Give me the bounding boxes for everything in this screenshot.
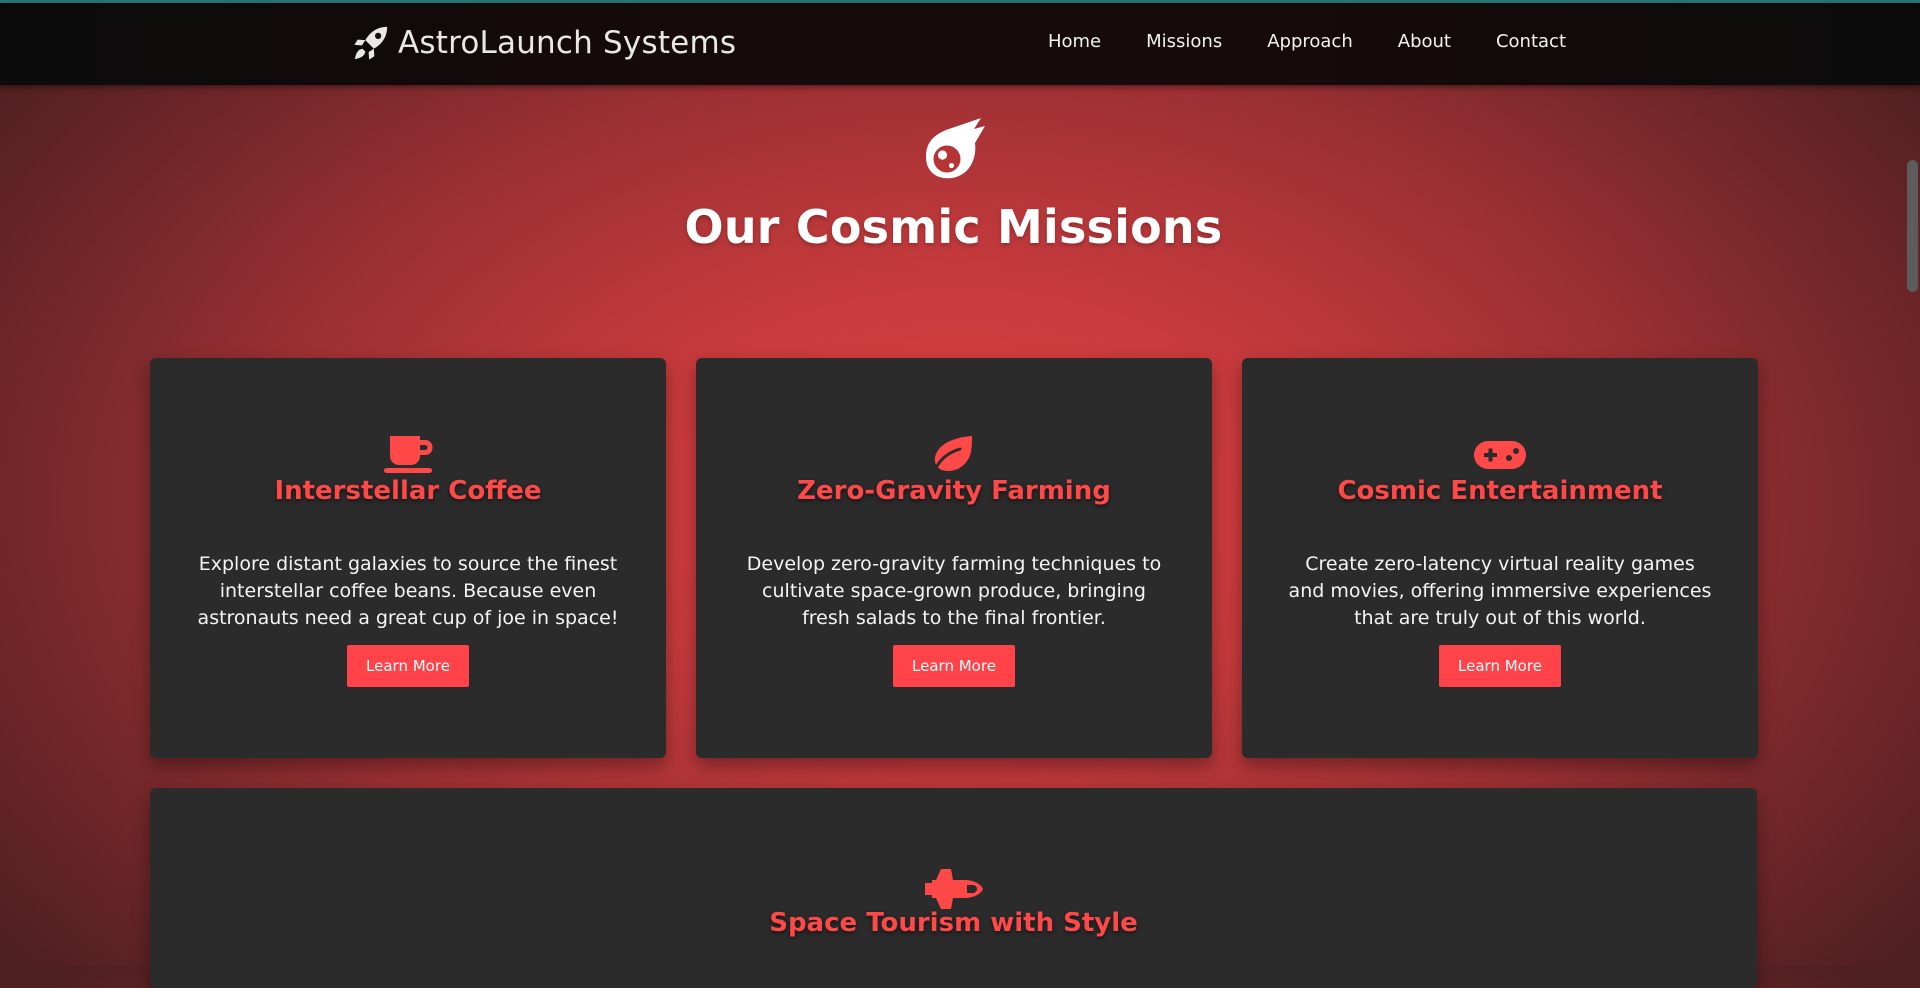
brand-name: AstroLaunch Systems xyxy=(398,25,737,61)
navbar: AstroLaunch Systems Home Missions Approa… xyxy=(0,3,1920,85)
nav-home-link[interactable]: Home xyxy=(1048,31,1101,52)
mission-title: Interstellar Coffee xyxy=(274,476,542,506)
mission-description: Explore distant galaxies to source the f… xyxy=(197,553,619,629)
space-shuttle-icon xyxy=(924,869,983,909)
rocket-icon xyxy=(354,26,388,60)
learn-more-button[interactable]: Learn More xyxy=(1439,645,1561,687)
nav-approach-link[interactable]: Approach xyxy=(1267,31,1353,52)
main-nav: Home Missions Approach About Contact xyxy=(1048,31,1566,52)
learn-more-button[interactable]: Learn More xyxy=(347,645,469,687)
mission-title: Space Tourism with Style xyxy=(769,908,1138,938)
mission-description: Develop zero-gravity farming techniques … xyxy=(746,553,1162,629)
nav-about-link[interactable]: About xyxy=(1398,31,1451,52)
mission-card-tourism: Space Tourism with Style xyxy=(150,788,1757,988)
nav-contact-link[interactable]: Contact xyxy=(1496,31,1566,52)
nav-missions-link[interactable]: Missions xyxy=(1146,31,1222,52)
learn-more-button[interactable]: Learn More xyxy=(893,645,1015,687)
mission-card-coffee: Interstellar Coffee Explore distant gala… xyxy=(150,358,666,758)
mission-card-entertainment: Cosmic Entertainment Create zero-latency… xyxy=(1242,358,1758,758)
mug-icon xyxy=(384,436,433,473)
leaf-icon xyxy=(932,436,972,474)
mission-title: Zero-Gravity Farming xyxy=(797,476,1111,506)
scrollbar-thumb[interactable] xyxy=(1907,160,1918,292)
mission-title: Cosmic Entertainment xyxy=(1337,476,1663,506)
mission-card-farming: Zero-Gravity Farming Develop zero-gravit… xyxy=(696,358,1212,758)
page-title: Our Cosmic Missions xyxy=(684,200,1223,254)
gamepad-icon xyxy=(1474,441,1526,469)
meteor-icon xyxy=(926,118,985,179)
brand-logo[interactable]: AstroLaunch Systems xyxy=(352,21,736,65)
mission-description: Create zero-latency virtual reality game… xyxy=(1288,553,1712,629)
